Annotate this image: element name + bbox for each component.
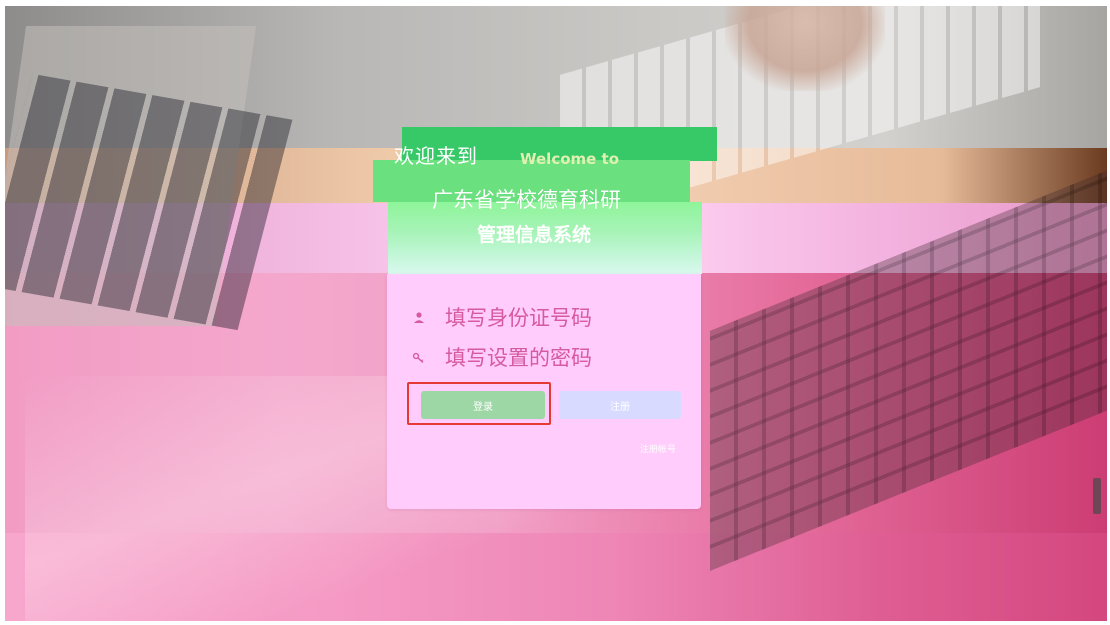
password-row xyxy=(407,342,687,374)
welcome-heading: 欢迎来到 xyxy=(394,144,478,168)
login-button[interactable]: 登录 xyxy=(421,391,545,419)
system-title-line1: 广东省学校德育科研 xyxy=(432,188,621,212)
system-title-line2: 管理信息系统 xyxy=(477,224,592,246)
welcome-english: Welcome to xyxy=(520,150,620,168)
user-icon xyxy=(411,310,427,326)
key-icon xyxy=(411,350,427,366)
register-button[interactable]: 注册 xyxy=(559,391,681,419)
login-page: 欢迎来到 Welcome to 广东省学校德育科研 管理信息系统 填写身份证号码… xyxy=(0,0,1110,625)
hand-image xyxy=(725,6,885,91)
scroll-handle[interactable] xyxy=(1093,478,1101,514)
register-account-link[interactable]: 注册帐号 xyxy=(640,442,676,455)
id-number-input[interactable] xyxy=(445,302,675,334)
id-number-row xyxy=(407,302,687,334)
password-input[interactable] xyxy=(445,342,675,374)
